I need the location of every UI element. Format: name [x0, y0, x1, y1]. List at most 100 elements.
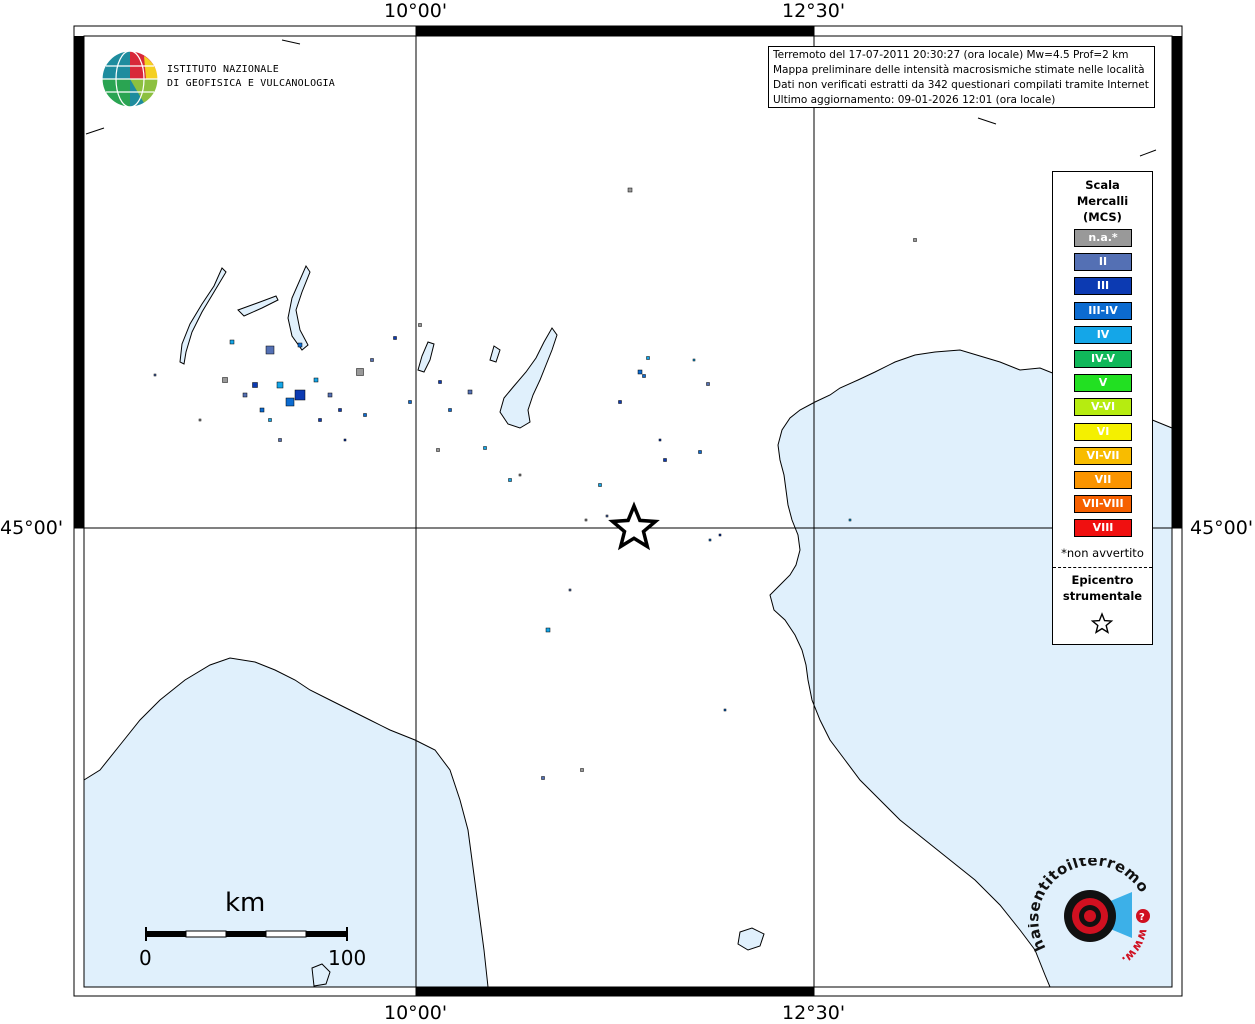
event-info-box: Terremoto del 17-07-2011 20:30:27 (ora l… — [768, 46, 1155, 108]
intensity-marker[interactable] — [708, 538, 712, 542]
svg-text:?: ? — [1139, 912, 1145, 923]
frame-bar-right — [1172, 36, 1182, 528]
tick-bottom-2: 12°30' — [782, 1002, 846, 1024]
frame-bar-top — [416, 26, 814, 36]
tick-right: 45°00' — [1190, 517, 1254, 539]
intensity-marker[interactable] — [508, 478, 512, 482]
legend-title-line1: Scala — [1085, 178, 1120, 192]
intensity-marker[interactable] — [276, 381, 284, 389]
intensity-marker[interactable] — [242, 392, 248, 398]
intensity-marker[interactable] — [541, 776, 545, 780]
intensity-marker[interactable] — [418, 323, 422, 327]
intensity-marker[interactable] — [438, 380, 442, 384]
intensity-marker[interactable] — [408, 400, 412, 404]
legend-title-line2: Mercalli — [1076, 194, 1129, 208]
legend-title: Scala Mercalli (MCS) — [1053, 177, 1152, 225]
legend-epicenter-line2: strumentale — [1062, 589, 1143, 603]
tick-top-1: 10°00' — [384, 0, 448, 22]
intensity-marker[interactable] — [153, 373, 157, 377]
scale-min-label: 0 — [139, 946, 152, 970]
legend-swatch: VI-VII — [1074, 446, 1132, 465]
ingv-globe-icon — [101, 50, 159, 108]
intensity-marker[interactable] — [627, 187, 633, 193]
tick-top-2: 12°30' — [782, 0, 846, 22]
intensity-marker[interactable] — [393, 336, 397, 340]
legend-swatch: V-VI — [1074, 398, 1132, 417]
scale-bar — [145, 927, 348, 941]
intensity-marker[interactable] — [718, 533, 722, 537]
intensity-marker[interactable] — [467, 389, 473, 395]
legend-swatch: III — [1074, 277, 1132, 296]
intensity-marker[interactable] — [483, 446, 487, 450]
legend-swatch: III-IV — [1074, 301, 1132, 320]
event-info-line3: Dati non verificati estratti da 342 ques… — [773, 79, 1150, 91]
legend-star-icon — [1090, 612, 1114, 634]
legend-swatch: IV-V — [1074, 350, 1132, 368]
intensity-marker[interactable] — [913, 238, 917, 242]
intensity-marker[interactable] — [518, 473, 522, 477]
intensity-marker[interactable] — [658, 438, 662, 442]
intensity-marker[interactable] — [436, 448, 440, 452]
legend-swatch: V — [1074, 374, 1132, 393]
legend-note: *non avvertito — [1061, 546, 1144, 560]
intensity-legend: Scala Mercalli (MCS) n.a.* II III III-IV IV I… — [1052, 171, 1153, 645]
ingv-name-line2: DI GEOFISICA E VULCANOLOGIA — [167, 78, 335, 89]
intensity-marker[interactable] — [285, 397, 295, 407]
legend-swatch: IV — [1074, 325, 1132, 344]
legend-separator — [1053, 567, 1152, 568]
intensity-marker[interactable] — [370, 358, 374, 362]
intensity-marker[interactable] — [313, 377, 319, 383]
intensity-marker[interactable] — [268, 418, 272, 422]
intensity-marker[interactable] — [198, 418, 202, 422]
intensity-marker[interactable] — [584, 518, 588, 522]
ingv-name-line1: ISTITUTO NAZIONALE — [167, 64, 279, 75]
legend-swatch: VII — [1074, 471, 1132, 489]
intensity-marker[interactable] — [545, 627, 551, 633]
scale-max-label: 100 — [328, 946, 367, 970]
scale-unit-label: km — [225, 888, 266, 918]
intensity-marker[interactable] — [356, 368, 364, 376]
intensity-marker[interactable] — [327, 392, 333, 398]
intensity-marker[interactable] — [692, 358, 696, 362]
intensity-marker[interactable] — [706, 382, 710, 386]
frame-bar-left — [74, 36, 84, 528]
legend-swatch: VIII — [1074, 519, 1132, 538]
intensity-marker[interactable] — [848, 518, 852, 522]
intensity-marker[interactable] — [646, 356, 650, 360]
intensity-marker[interactable] — [618, 400, 622, 404]
legend-swatch: VI — [1074, 422, 1132, 441]
intensity-marker[interactable] — [598, 483, 602, 487]
intensity-marker[interactable] — [259, 407, 265, 413]
intensity-marker[interactable] — [343, 438, 347, 442]
intensity-marker[interactable] — [297, 342, 303, 348]
legend-title-line3: (MCS) — [1083, 210, 1122, 224]
intensity-marker[interactable] — [637, 369, 643, 375]
intensity-marker[interactable] — [338, 408, 342, 412]
intensity-marker[interactable] — [663, 458, 667, 462]
intensity-marker[interactable] — [265, 345, 275, 355]
event-info-line4: Ultimo aggiornamento: 09-01-2026 12:01 (… — [773, 94, 1056, 106]
event-info-line2: Mappa preliminare delle intensità macros… — [773, 64, 1145, 76]
intensity-marker[interactable] — [222, 377, 228, 383]
intensity-marker[interactable] — [363, 413, 367, 417]
intensity-marker[interactable] — [605, 514, 609, 518]
hsit-logo-icon: haisentitoilterremoto.it www. ? — [1028, 858, 1152, 967]
intensity-marker[interactable] — [568, 588, 572, 592]
intensity-marker[interactable] — [229, 339, 235, 345]
intensity-marker[interactable] — [318, 418, 322, 422]
intensity-marker[interactable] — [580, 768, 584, 772]
ingv-name: ISTITUTO NAZIONALE DI GEOFISICA E VULCAN… — [167, 63, 335, 91]
legend-swatch: n.a.* — [1074, 229, 1132, 247]
intensity-marker[interactable] — [252, 382, 258, 388]
intensity-marker[interactable] — [294, 389, 306, 401]
intensity-marker[interactable] — [642, 374, 646, 378]
legend-swatch: VII-VIII — [1074, 495, 1132, 514]
tick-left: 45°00' — [0, 517, 64, 539]
legend-epicenter-label: Epicentro strumentale — [1053, 572, 1152, 604]
legend-swatch: II — [1074, 253, 1132, 272]
intensity-marker[interactable] — [278, 438, 282, 442]
intensity-marker[interactable] — [448, 408, 452, 412]
frame-bar-bottom — [416, 987, 814, 996]
intensity-marker[interactable] — [723, 708, 727, 712]
intensity-marker[interactable] — [698, 450, 702, 454]
